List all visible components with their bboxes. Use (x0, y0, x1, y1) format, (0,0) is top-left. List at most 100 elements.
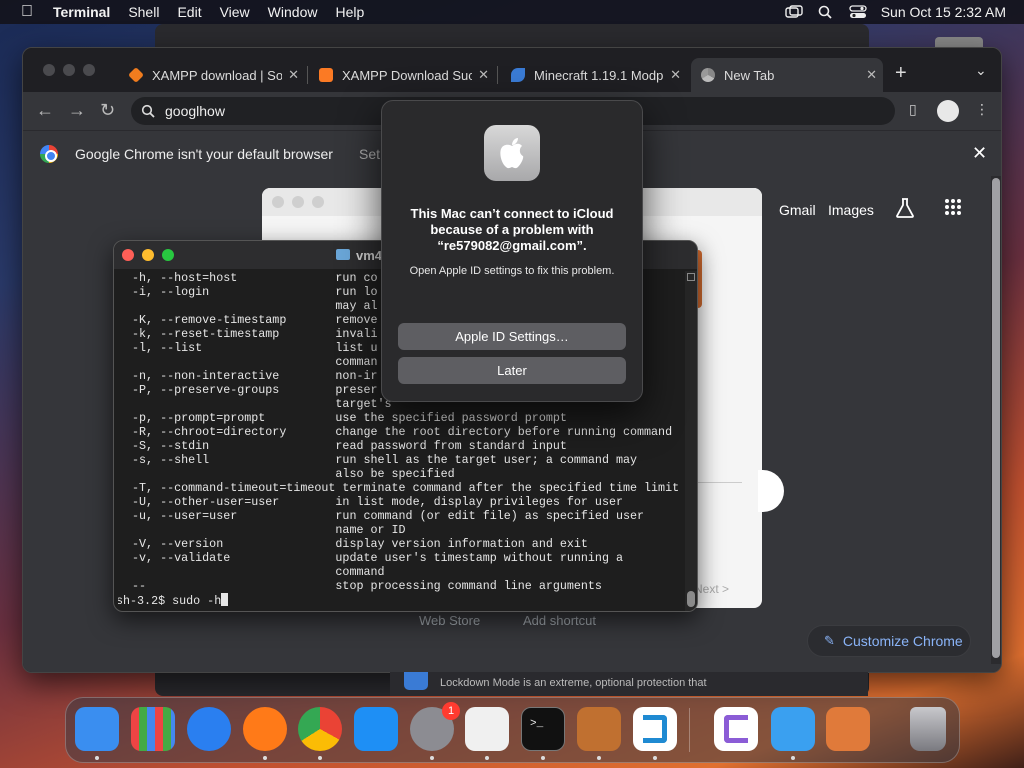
chrome-menu-kebab-icon[interactable]: ⋮ (975, 101, 989, 118)
tab-xampp-download-suc[interactable]: XAMPP Download Suc ✕ (309, 58, 495, 92)
menu-help[interactable]: Help (335, 4, 364, 20)
menu-clock[interactable]: Sun Oct 15 2:32 AM (881, 4, 1006, 20)
page-scrollbar[interactable] (991, 176, 1001, 664)
launchpad-app-icon[interactable] (131, 707, 175, 751)
running-indicator (485, 756, 489, 760)
terminal-line: -V, --version display version informatio… (118, 537, 588, 551)
visual-studio-app-icon[interactable] (714, 707, 758, 751)
terminal-zoom-button[interactable] (162, 249, 174, 261)
apple-logo-icon (484, 125, 540, 181)
icloud-alert-dialog: This Mac can’t connect to iCloud because… (381, 100, 643, 402)
lockdown-mode-text: Lockdown Mode is an extreme, optional pr… (440, 677, 707, 689)
xampp-app-icon[interactable] (826, 707, 870, 751)
scroll-up-icon[interactable] (687, 273, 695, 281)
labs-flask-icon[interactable] (895, 197, 915, 219)
infobar-close-icon[interactable]: ✕ (972, 143, 987, 164)
tab-bar: XAMPP download | So ✕ XAMPP Download Suc… (23, 48, 1001, 92)
terminal-close-button[interactable] (122, 249, 134, 261)
terminal-scrollbar-thumb[interactable] (687, 591, 695, 607)
folder-icon (336, 249, 350, 260)
spotlight-search-icon[interactable] (817, 5, 835, 19)
dock: 1 >_ (65, 697, 960, 763)
tab-minecraft-modpack[interactable]: Minecraft 1.19.1 Modp ✕ (501, 58, 687, 92)
chrome-app-icon[interactable] (298, 707, 342, 751)
settings-zoom-button[interactable] (312, 196, 324, 208)
apple-id-settings-button[interactable]: Apple ID Settings… (398, 323, 626, 350)
tab-separator (307, 66, 308, 84)
finder-app-icon[interactable] (75, 707, 119, 751)
notification-badge: 1 (442, 702, 460, 720)
settings-minimize-button[interactable] (292, 196, 304, 208)
profile-avatar[interactable] (937, 100, 959, 122)
apple-menu-icon[interactable]:  (17, 3, 37, 21)
text-cursor (221, 593, 229, 606)
google-apps-grid-icon[interactable] (944, 198, 962, 216)
lockdown-mode-strip: Lockdown Mode is an extreme, optional pr… (390, 672, 868, 696)
running-indicator (95, 756, 99, 760)
terminal-line: -p, --prompt=prompt use the specified pa… (118, 411, 567, 425)
terminal-line: -S, --stdin read password from standard … (118, 439, 567, 453)
app-store-app-icon[interactable] (354, 707, 398, 751)
tab-close-icon[interactable]: ✕ (670, 67, 681, 83)
shortcut-web-store[interactable]: Web Store (419, 613, 480, 628)
back-arrow-icon[interactable]: ← (36, 100, 54, 121)
settings-close-button[interactable] (272, 196, 284, 208)
infobar-message: Google Chrome isn't your default browser (75, 146, 333, 162)
textedit-app-icon[interactable] (465, 707, 509, 751)
tab-new-tab[interactable]: New Tab ✕ (691, 58, 883, 92)
window-switcher-icon[interactable] (785, 5, 803, 19)
settings-next-button[interactable]: Next > (694, 582, 729, 596)
later-button[interactable]: Later (398, 357, 626, 384)
tab-close-icon[interactable]: ✕ (478, 67, 489, 83)
terminal-scrollbar[interactable] (685, 271, 697, 611)
reload-icon[interactable]: ↻ (100, 100, 115, 121)
menu-edit[interactable]: Edit (177, 4, 201, 20)
terminal-prompt[interactable]: sh-3.2$ sudo -h (118, 593, 683, 608)
address-bar-text: googlhow (165, 103, 225, 119)
terminal-minimize-button[interactable] (142, 249, 154, 261)
xampp-favicon-icon (319, 68, 333, 82)
tab-close-icon[interactable]: ✕ (866, 67, 877, 83)
terminal-app-icon[interactable]: >_ (521, 707, 565, 751)
chrome-zoom-button[interactable] (83, 64, 95, 76)
forward-arrow-icon[interactable]: → (68, 100, 86, 121)
vscode-app-icon[interactable] (633, 707, 677, 751)
side-panel-icon[interactable]: ▯ (909, 101, 917, 118)
xampp-favicon-icon (128, 67, 144, 83)
gmail-link[interactable]: Gmail (779, 202, 816, 218)
control-center-icon[interactable] (849, 5, 867, 19)
menu-shell[interactable]: Shell (128, 4, 159, 20)
customize-chrome-button[interactable]: ✎ Customize Chrome (807, 625, 971, 657)
terminal-line: -v, --validate update user's timestamp w… (118, 551, 623, 565)
tab-title: New Tab (724, 67, 775, 83)
terminal-line: -- stop processing command line argument… (118, 579, 602, 593)
scrollbar-thumb[interactable] (992, 178, 1000, 658)
tab-search-chevron-down-icon[interactable]: ⌄ (975, 62, 987, 79)
terminal-line: -u, --user=user run command (or edit fil… (118, 509, 645, 523)
customize-chrome-label: Customize Chrome (842, 633, 963, 649)
minecraft-favicon-icon (511, 68, 525, 82)
tab-xampp-download-so[interactable]: XAMPP download | So ✕ (119, 58, 305, 92)
infobar-set-default-button[interactable]: Set (359, 146, 380, 162)
terminal-line: -T, --command-timeout=timeout terminate … (118, 481, 680, 495)
google-chrome-logo-icon (40, 145, 58, 163)
images-link[interactable]: Images (828, 202, 874, 218)
terminal-line: command (118, 565, 385, 579)
new-tab-plus-icon[interactable]: + (895, 62, 907, 85)
running-indicator (430, 756, 434, 760)
weather-app-icon[interactable] (771, 707, 815, 751)
shortcut-add-shortcut[interactable]: Add shortcut (523, 613, 596, 628)
search-icon (141, 104, 155, 118)
menu-view[interactable]: View (220, 4, 250, 20)
terminal-line: name or ID (118, 523, 406, 537)
trash-app-icon[interactable] (910, 707, 946, 751)
chrome-close-button[interactable] (43, 64, 55, 76)
menu-window[interactable]: Window (268, 4, 318, 20)
running-indicator (791, 756, 795, 760)
tab-close-icon[interactable]: ✕ (288, 67, 299, 83)
firefox-app-icon[interactable] (243, 707, 287, 751)
menu-app-name[interactable]: Terminal (53, 4, 110, 20)
chrome-minimize-button[interactable] (63, 64, 75, 76)
safari-app-icon[interactable] (187, 707, 231, 751)
garageband-app-icon[interactable] (577, 707, 621, 751)
